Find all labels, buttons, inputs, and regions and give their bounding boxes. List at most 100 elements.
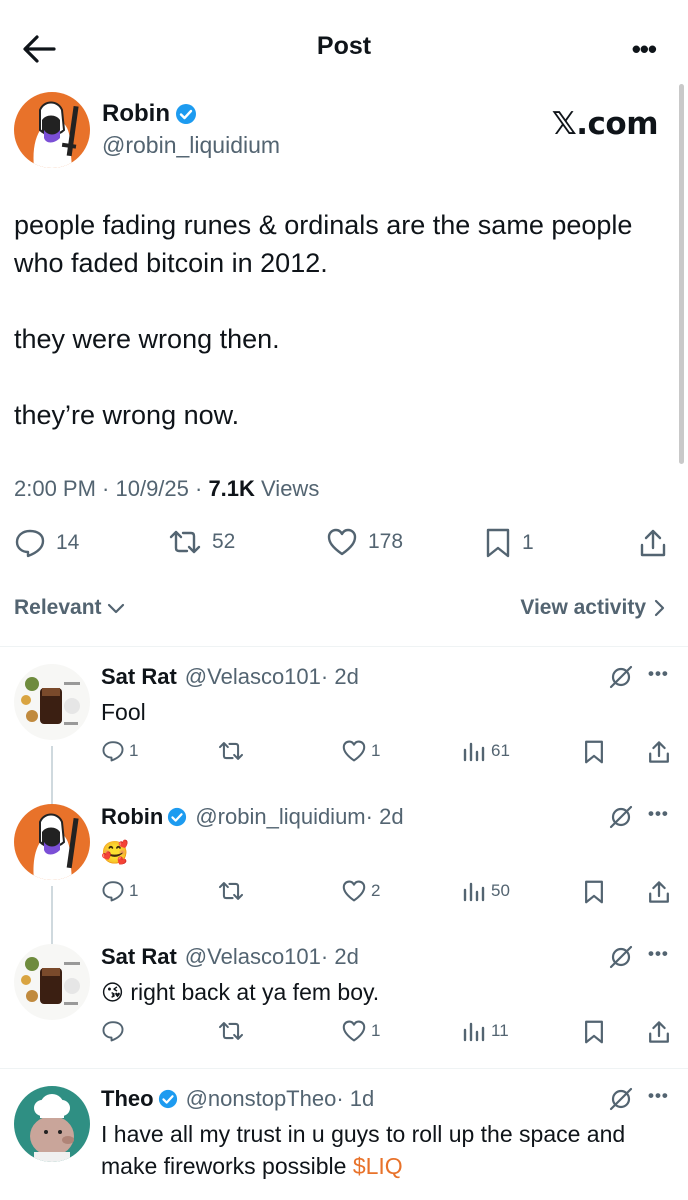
share-button[interactable] — [647, 740, 675, 764]
repost-button[interactable] — [217, 880, 249, 902]
reply-actions: 1 11 — [101, 1020, 676, 1050]
repost-icon — [218, 742, 244, 760]
share-button[interactable] — [647, 880, 675, 904]
reply-header: Theo @nonstopTheo · 1d — [101, 1086, 374, 1112]
views-button[interactable]: 61 — [461, 740, 510, 762]
like-button[interactable]: 2 — [341, 880, 380, 902]
reply-item[interactable]: Theo @nonstopTheo · 1d ••• I have all my… — [0, 1086, 688, 1200]
reply-body: Fool — [101, 699, 146, 725]
reply-emoji: 🥰 — [101, 840, 129, 865]
reply-author-handle[interactable]: @robin_liquidium — [195, 804, 365, 830]
reply-count: 1 — [129, 741, 139, 760]
views-button[interactable]: 50 — [461, 880, 510, 902]
like-count: 2 — [371, 881, 381, 900]
like-count: 1 — [371, 741, 381, 760]
x-com-logo: 𝕏.com — [551, 106, 659, 142]
reply-header: Robin @robin_liquidium · 2d — [101, 804, 404, 830]
post-meta: 2:00 PM · 10/9/25 · 7.1K Views — [14, 476, 319, 502]
repost-button[interactable] — [217, 740, 249, 762]
reply-button[interactable]: 1 — [101, 740, 138, 762]
views-count: 50 — [491, 881, 510, 900]
cashtag-link[interactable]: $LIQ — [353, 1153, 403, 1179]
repost-button[interactable]: 52 — [168, 528, 235, 556]
grok-icon[interactable] — [608, 664, 634, 690]
chevron-down-icon — [107, 603, 124, 614]
view-activity-link[interactable]: View activity — [520, 596, 666, 620]
avatar[interactable] — [14, 664, 90, 740]
bookmark-button[interactable] — [583, 880, 609, 904]
repost-icon — [218, 882, 244, 900]
more-options-icon[interactable]: ••• — [648, 944, 669, 964]
avatar[interactable] — [14, 92, 90, 168]
reply-author-name[interactable]: Sat Rat — [101, 944, 177, 970]
reply-author-name[interactable]: Sat Rat — [101, 664, 177, 690]
author-name[interactable]: Robin — [102, 100, 170, 128]
reply-item[interactable]: Sat Rat @Velasco101 · 2d ••• Fool 1 1 61 — [0, 664, 688, 784]
sort-relevant-dropdown[interactable]: Relevant — [14, 596, 126, 620]
share-button[interactable] — [647, 1020, 675, 1044]
views-count[interactable]: 7.1K — [208, 476, 254, 501]
grok-icon[interactable] — [608, 944, 634, 970]
more-options-icon[interactable]: ••• — [648, 804, 669, 824]
reply-author-name[interactable]: Theo — [101, 1086, 154, 1112]
reply-text: Fool — [101, 696, 676, 729]
share-button[interactable] — [638, 528, 678, 558]
repost-button[interactable] — [217, 1020, 249, 1042]
bookmark-button[interactable]: 1 — [484, 528, 534, 558]
reply-header: Sat Rat @Velasco101 · 2d — [101, 664, 359, 690]
reply-header: Sat Rat @Velasco101 · 2d — [101, 944, 359, 970]
reply-text: 🥰 — [101, 836, 676, 869]
reply-text: 😘 right back at ya fem boy. — [101, 976, 676, 1009]
reply-count: 14 — [56, 531, 80, 554]
reply-item[interactable]: Robin @robin_liquidium · 2d ••• 🥰 1 2 50 — [0, 804, 688, 924]
bookmark-button[interactable] — [583, 740, 609, 764]
reply-button[interactable] — [101, 1020, 129, 1042]
avatar[interactable] — [14, 804, 90, 880]
page-title: Post — [316, 32, 372, 60]
grok-icon[interactable] — [608, 1086, 634, 1112]
like-count: 1 — [371, 1021, 381, 1040]
views-label: Views — [254, 476, 320, 501]
share-icon — [649, 1021, 669, 1043]
more-options-icon[interactable]: ••• — [648, 664, 669, 684]
post-text: people fading runes & ordinals are the s… — [14, 210, 633, 430]
reply-author-handle[interactable]: @nonstopTheo — [186, 1086, 337, 1112]
reply-author-handle[interactable]: @Velasco101 — [185, 944, 321, 970]
reply-author-handle[interactable]: @Velasco101 — [185, 664, 321, 690]
view-activity-label: View activity — [520, 596, 646, 619]
bookmark-button[interactable] — [583, 1020, 609, 1044]
like-button[interactable]: 1 — [341, 740, 380, 762]
verified-badge-icon — [168, 807, 187, 827]
views-count: 11 — [491, 1021, 509, 1040]
bookmark-icon — [585, 740, 603, 764]
avatar[interactable] — [14, 1086, 90, 1162]
views-button[interactable]: 11 — [461, 1020, 509, 1042]
analytics-icon — [463, 742, 485, 762]
like-count: 178 — [368, 530, 404, 553]
reply-icon — [102, 881, 124, 902]
scrollbar[interactable] — [679, 84, 684, 464]
more-options-icon[interactable]: ••• — [632, 34, 657, 65]
reply-item[interactable]: Sat Rat @Velasco101 · 2d ••• 😘 right bac… — [0, 944, 688, 1064]
repost-icon — [169, 530, 201, 554]
reply-button[interactable]: 1 — [101, 880, 138, 902]
reply-actions: 1 2 50 — [101, 880, 676, 910]
reply-button[interactable]: 14 — [14, 528, 79, 558]
reply-icon — [102, 741, 124, 762]
chevron-right-icon — [654, 599, 665, 617]
like-button[interactable]: 1 — [341, 1020, 380, 1042]
avatar[interactable] — [14, 944, 90, 1020]
analytics-icon — [463, 1022, 485, 1042]
reply-actions: 1 1 61 — [101, 740, 676, 770]
heart-icon — [342, 1020, 366, 1042]
reply-author-name[interactable]: Robin — [101, 804, 163, 830]
repost-count: 52 — [212, 530, 236, 553]
post-time: 2:00 PM · 10/9/25 · — [14, 476, 209, 501]
like-button[interactable]: 178 — [326, 528, 403, 556]
author-handle[interactable]: @robin_liquidium — [102, 132, 280, 159]
views-count: 61 — [491, 741, 510, 760]
grok-icon[interactable] — [608, 804, 634, 830]
divider — [0, 1068, 688, 1069]
more-options-icon[interactable]: ••• — [648, 1086, 669, 1106]
reply-time: · 2d — [365, 804, 404, 829]
